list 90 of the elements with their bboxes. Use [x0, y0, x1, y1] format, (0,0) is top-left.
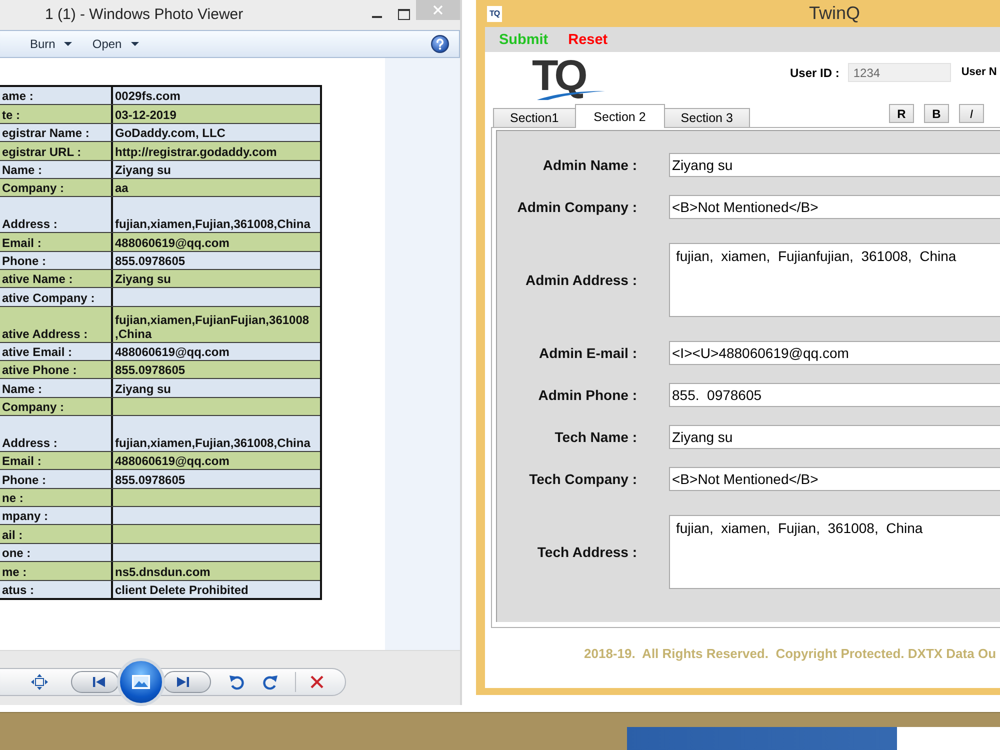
caret-icon — [130, 42, 139, 46]
field-label: Tech Address : — [536, 544, 637, 560]
format-button[interactable]: B — [924, 104, 949, 123]
table-cell: egistrar Name : — [0, 124, 111, 142]
text-field[interactable]: Ziyang su — [669, 425, 1000, 449]
field-label: Admin Phone : — [537, 387, 637, 403]
table-cell: 488060619@qq.com — [111, 233, 320, 251]
table-cell: atus : — [0, 580, 111, 598]
table-cell: client Delete Prohibited — [111, 580, 320, 598]
table-cell: Company : — [0, 178, 111, 196]
table-cell: ame : — [0, 87, 111, 104]
table-cell: ative Email : — [0, 342, 111, 360]
field-label: Tech Name : — [554, 429, 637, 445]
table-cell: Ziyang su — [111, 160, 320, 178]
table-cell: Email : — [0, 452, 111, 470]
text-field[interactable]: <B>Not Mentioned</B> — [669, 467, 1000, 491]
rotate-right-icon[interactable] — [262, 674, 278, 690]
text-field[interactable]: <B>Not Mentioned</B> — [669, 195, 1000, 219]
table-cell: Address : — [0, 197, 111, 232]
table-cell: ative Phone : — [0, 360, 111, 378]
table-cell: Phone : — [0, 252, 111, 269]
text-field[interactable]: Ziyang su — [669, 153, 1000, 177]
table-cell: Ziyang su — [111, 379, 320, 397]
table-cell: ative Company : — [0, 288, 111, 306]
menu-button[interactable]: Burn — [30, 37, 72, 51]
footer-text: 2018-19. All Rights Reserved. Copyright Protected. DXTX Data Ou — [584, 646, 996, 661]
field-label: Admin Company : — [516, 199, 637, 215]
resize-icon[interactable] — [31, 674, 48, 690]
picture-icon — [132, 674, 150, 688]
table-cell: http://registrar.godaddy.com — [111, 142, 320, 160]
menu-button[interactable]: Open — [92, 37, 139, 51]
table-cell: Name : — [0, 379, 111, 397]
table-cell: 488060619@qq.com — [111, 342, 320, 360]
table-cell: te : — [0, 105, 111, 123]
field-label: User ID : — [790, 66, 840, 80]
table-cell: GoDaddy.com, LLC — [111, 124, 320, 142]
table-cell: 855.0978605 — [111, 360, 320, 378]
table-cell: ail : — [0, 525, 111, 543]
table-cell: 488060619@qq.com — [111, 452, 320, 470]
table-cell: Phone : — [0, 470, 111, 488]
format-button[interactable]: I — [958, 104, 984, 123]
skip-back-icon — [93, 676, 105, 686]
table-cell: fujian,xiamen,FujianFujian,361008 ,China — [111, 306, 320, 342]
caret-icon — [64, 42, 72, 46]
tab[interactable]: Section 2 — [574, 104, 665, 128]
skip-forward-icon — [177, 676, 189, 686]
field-label: Tech Company : — [528, 471, 637, 487]
text-area[interactable]: fujian, xiamen, Fujian, 361008, China — [669, 515, 1000, 589]
table-cell: Email : — [0, 233, 111, 251]
table-cell: ative Address : — [0, 306, 111, 342]
tab[interactable]: Section1 — [493, 108, 576, 127]
table-cell: ative Name : — [0, 270, 111, 288]
app-logo: TQ — [487, 6, 502, 22]
table-cell: 855.0978605 — [111, 470, 320, 488]
field-label: Admin Name : — [542, 157, 637, 173]
close-icon — [433, 5, 443, 15]
rotate-left-icon[interactable] — [229, 674, 245, 690]
table-cell: 855.0978605 — [111, 252, 320, 269]
table-cell: Name : — [0, 160, 111, 178]
table-cell: fujian,xiamen,Fujian,361008,China — [111, 197, 320, 232]
table-cell: Company : — [0, 398, 111, 416]
table-cell: ns5.dnsdun.com — [111, 562, 320, 580]
next-button[interactable] — [163, 670, 211, 692]
table-cell: Ziyang su — [111, 270, 320, 288]
table-cell: egistrar URL : — [0, 142, 111, 160]
logo: TQ — [531, 58, 605, 100]
table-cell: aa — [111, 178, 320, 196]
table-cell: 03-12-2019 — [111, 105, 320, 123]
text-field[interactable]: <I><U>488060619@qq.com — [669, 341, 1000, 365]
field-label: Admin Address : — [524, 272, 637, 288]
previous-button[interactable] — [71, 670, 119, 692]
slideshow-button[interactable] — [117, 658, 165, 706]
table-cell: mpany : — [0, 507, 111, 524]
window-title: TwinQ — [809, 3, 860, 24]
table-cell: ne : — [0, 488, 111, 506]
table-cell: fujian,xiamen,Fujian,361008,China — [111, 416, 320, 451]
text-area[interactable]: fujian, xiamen, Fujianfujian, 361008, China — [669, 243, 1000, 317]
table-cell: me : — [0, 562, 111, 580]
maximize-icon[interactable] — [398, 8, 410, 20]
table-cell: one : — [0, 544, 111, 562]
delete-icon[interactable] — [310, 674, 324, 688]
table-cell: 0029fs.com — [111, 87, 320, 104]
window-title: 1 (1) - Windows Photo Viewer — [44, 6, 244, 22]
field-label: Admin E-mail : — [538, 345, 637, 361]
text-field[interactable]: 855. 0978605 — [669, 383, 1000, 407]
field-label: User N — [961, 66, 997, 78]
help-icon[interactable] — [431, 35, 449, 53]
tab[interactable]: Section 3 — [664, 108, 750, 127]
table-cell: Address : — [0, 416, 111, 451]
format-button[interactable]: R — [888, 104, 914, 123]
